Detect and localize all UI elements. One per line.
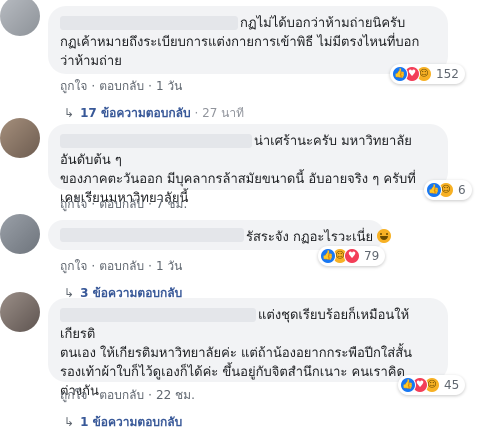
comment-bubble: กฏไม่ได้บอกว่าห้ามถ่ายนิครับ กฏเค้าหมายถ… — [48, 6, 448, 74]
avatar[interactable] — [0, 0, 40, 36]
comment-thread: กฏไม่ได้บอกว่าห้ามถ่ายนิครับ กฏเค้าหมายถ… — [0, 0, 502, 429]
reaction-summary[interactable]: 👍 ♥ ☺ 45 — [398, 375, 466, 395]
comment-bubble: แต่งชุดเรียบร้อยก็เหมือนให้เกียรติ ตนเอง… — [48, 298, 448, 399]
like-icon: 👍 — [320, 248, 336, 264]
like-link[interactable]: ถูกใจ — [60, 197, 87, 211]
replies-time: 27 นาที — [202, 106, 245, 120]
replies-count: 1 ข้อความตอบกลับ — [80, 415, 183, 429]
reaction-summary[interactable]: 👍 ☺ 6 — [424, 180, 472, 200]
like-link[interactable]: ถูกใจ — [60, 259, 87, 273]
comment-time: 1 วัน — [155, 79, 183, 93]
love-icon: ♥ — [344, 248, 360, 264]
comment-actions: ถูกใจ · ตอบกลับ · 7 ชม. — [60, 197, 188, 211]
reply-link[interactable]: ตอบกลับ — [99, 259, 144, 273]
avatar[interactable] — [0, 118, 40, 158]
replies-count: 17 ข้อความตอบกลับ — [80, 106, 191, 120]
comment-bubble: น่าเศร้านะครับ มหาวิทยาลัยอันดับต้น ๆ ขอ… — [48, 124, 448, 206]
like-icon: 👍 — [392, 66, 408, 82]
comment-time: 1 วัน — [155, 259, 183, 273]
redacted-name — [60, 228, 244, 242]
reaction-summary[interactable]: 👍 ☺ ♥ 79 — [318, 246, 386, 266]
view-replies-link[interactable]: ↳ 1 ข้อความตอบกลับ — [64, 413, 182, 429]
comment-time: 22 ชม. — [155, 388, 195, 402]
like-link[interactable]: ถูกใจ — [60, 388, 87, 402]
view-replies-link[interactable]: ↳ 17 ข้อความตอบกลับ · 27 นาที — [64, 104, 244, 123]
reply-arrow-icon: ↳ — [64, 415, 75, 429]
redacted-name — [60, 16, 238, 30]
reaction-summary[interactable]: 👍 ♥ ☺ 152 — [390, 64, 465, 84]
reply-link[interactable]: ตอบกลับ — [99, 197, 144, 211]
reply-arrow-icon: ↳ — [64, 106, 75, 120]
redacted-name — [60, 308, 256, 322]
redacted-name — [60, 134, 252, 148]
reaction-count: 6 — [458, 183, 466, 197]
comment-actions: ถูกใจ · ตอบกลับ · 1 วัน — [60, 79, 183, 93]
laughing-emoji-icon — [377, 229, 392, 243]
comment-time: 7 ชม. — [155, 197, 188, 211]
avatar[interactable] — [0, 214, 40, 254]
like-icon: 👍 — [426, 182, 442, 198]
comment-actions: ถูกใจ · ตอบกลับ · 1 วัน — [60, 259, 183, 273]
reaction-count: 45 — [444, 378, 460, 392]
reply-link[interactable]: ตอบกลับ — [99, 79, 144, 93]
reply-link[interactable]: ตอบกลับ — [99, 388, 144, 402]
like-link[interactable]: ถูกใจ — [60, 79, 87, 93]
comment-actions: ถูกใจ · ตอบกลับ · 22 ชม. — [60, 388, 195, 402]
like-icon: 👍 — [400, 377, 416, 393]
reaction-count: 79 — [364, 249, 380, 263]
reaction-count: 152 — [436, 67, 459, 81]
avatar[interactable] — [0, 292, 40, 332]
